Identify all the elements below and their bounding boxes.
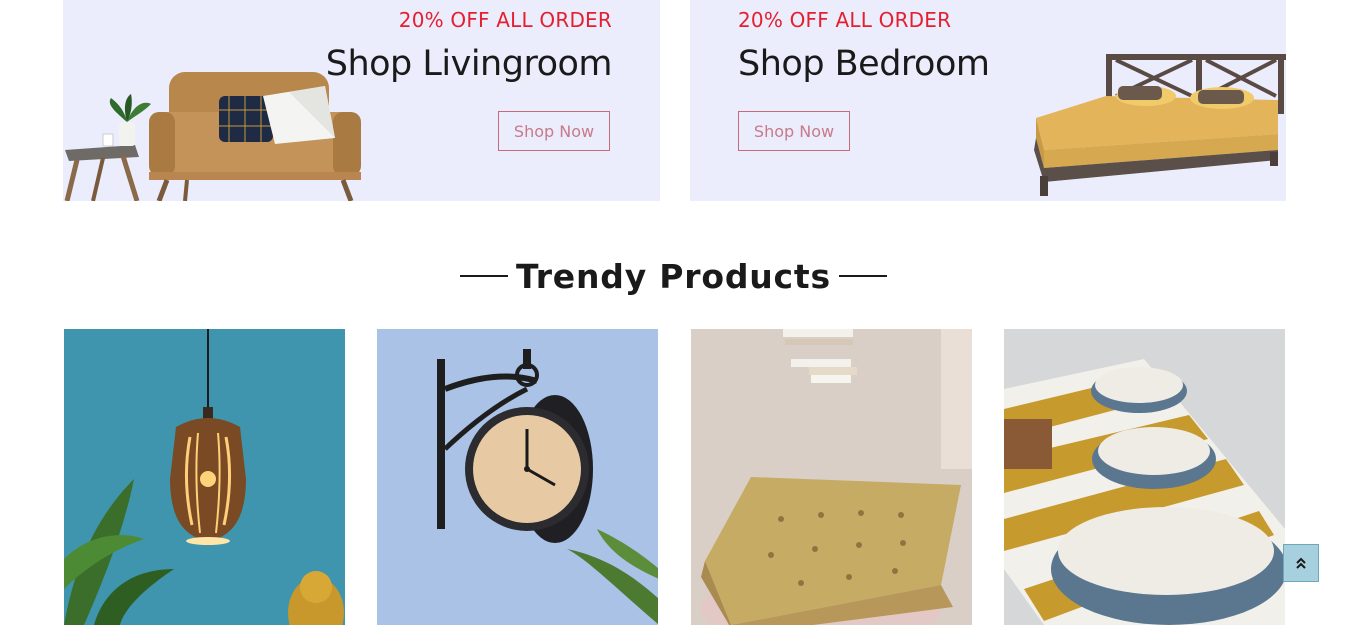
pendant-lamp-image xyxy=(64,329,345,625)
banner-title: Shop Livingroom xyxy=(325,44,613,84)
floor-cushion-image xyxy=(691,329,972,625)
banner-bedroom: 20% OFF ALL ORDER Shop Bedroom Shop Now xyxy=(690,0,1286,201)
section-title: Trendy Products xyxy=(516,256,831,296)
promo-text: 20% OFF ALL ORDER xyxy=(738,8,952,32)
shop-now-button[interactable]: Shop Now xyxy=(498,111,610,151)
product-card[interactable] xyxy=(64,329,345,625)
double-chevron-up-icon xyxy=(1296,557,1306,569)
section-heading: Trendy Products xyxy=(0,253,1347,299)
ceramic-bowls-image xyxy=(1004,329,1285,625)
shop-now-button[interactable]: Shop Now xyxy=(738,111,850,151)
product-card[interactable] xyxy=(377,329,658,625)
bed-image xyxy=(1034,54,1286,196)
wall-clock-image xyxy=(377,329,658,625)
banner-livingroom: 20% OFF ALL ORDER Shop Livingroom Shop N… xyxy=(63,0,660,201)
banner-title: Shop Bedroom xyxy=(738,44,990,84)
heading-rule-right xyxy=(838,275,887,277)
back-to-top-button[interactable] xyxy=(1283,544,1319,582)
sofa-image xyxy=(64,72,361,201)
product-card[interactable] xyxy=(691,329,972,625)
promo-text: 20% OFF ALL ORDER xyxy=(398,8,612,32)
product-card[interactable] xyxy=(1004,329,1285,625)
heading-rule-left xyxy=(460,275,509,277)
